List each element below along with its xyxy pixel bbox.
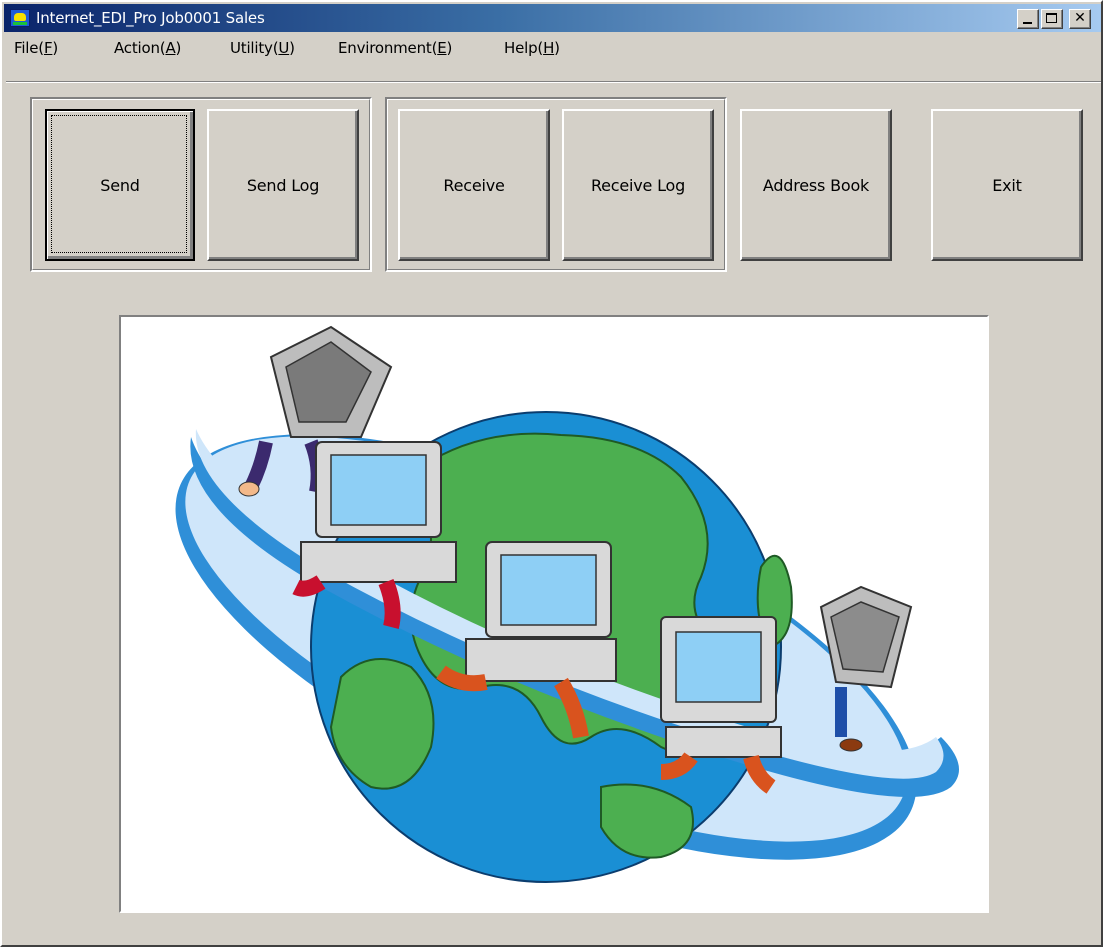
menu-utility[interactable]: Utility(U) [226,36,299,60]
menu-bar: File(F) Action(A) Utility(U) Environment… [4,33,1101,63]
receive-log-button[interactable]: Receive Log [562,109,714,261]
menu-utility-label: Utility( [230,39,279,57]
send-log-button[interactable]: Send Log [207,109,359,261]
minimize-button[interactable] [1017,9,1039,29]
menu-action-suffix: ) [175,39,182,57]
title-bar[interactable]: Internet_EDI_Pro Job0001 Sales ✕ [4,4,1101,32]
address-book-button-label: Address Book [762,175,870,195]
menu-help[interactable]: Help(H) [500,36,564,60]
menu-action[interactable]: Action(A) [110,36,185,60]
menu-file[interactable]: File(F) [10,36,62,60]
menu-help-label: Help( [504,39,544,57]
close-icon: ✕ [1074,10,1086,26]
receive-button[interactable]: Receive [398,109,550,261]
menu-environment-suffix: ) [446,39,453,57]
menu-utility-key: U [278,39,290,57]
app-icon[interactable] [10,9,30,27]
send-button[interactable]: Send [45,109,195,261]
minimize-icon [1023,22,1032,24]
send-button-label: Send [100,175,140,195]
menu-help-suffix: ) [554,39,560,57]
menu-file-suffix: ) [52,39,59,57]
menu-utility-suffix: ) [289,39,295,57]
menu-file-label: File( [14,39,44,57]
close-button[interactable]: ✕ [1069,9,1091,29]
window-title: Internet_EDI_Pro Job0001 Sales [36,9,265,27]
toolbar-divider [6,81,1101,83]
main-window: Internet_EDI_Pro Job0001 Sales ✕ File(F)… [0,0,1103,947]
globe-illustration [175,325,959,883]
menu-environment-key: E [437,39,447,57]
receive-log-button-label: Receive Log [590,175,686,195]
maximize-button[interactable] [1041,9,1063,29]
menu-action-label: Action( [114,39,166,57]
menu-help-key: H [543,39,555,57]
exit-button[interactable]: Exit [931,109,1083,261]
menu-environment[interactable]: Environment(E) [334,36,456,60]
maximize-icon [1046,13,1057,23]
splash-picture [119,315,989,913]
exit-button-label: Exit [992,175,1022,195]
receive-button-label: Receive [443,175,505,195]
address-book-button[interactable]: Address Book [740,109,892,261]
menu-action-key: A [165,39,176,57]
send-log-button-label: Send Log [246,175,320,195]
menu-environment-label: Environment( [338,39,438,57]
